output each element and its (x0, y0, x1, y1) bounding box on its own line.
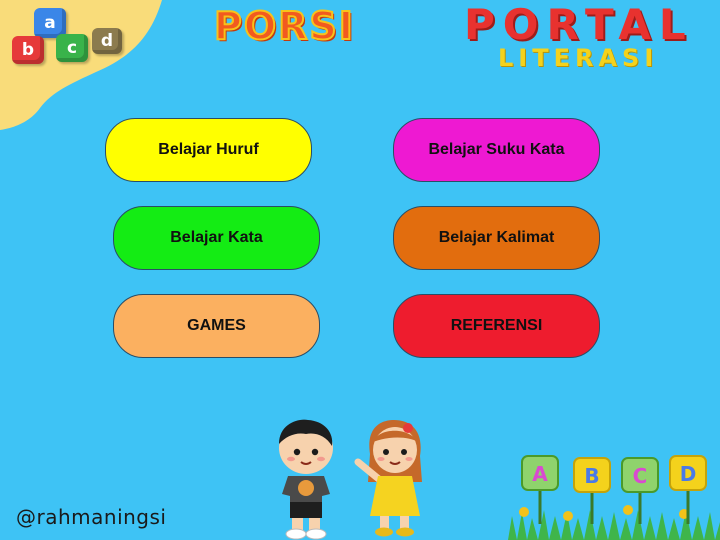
girl-figure (354, 420, 422, 537)
letter-block-c: c (56, 34, 88, 62)
title-porsi: PORSI (213, 3, 355, 49)
garden-letter-c: C (633, 464, 648, 488)
belajar-kalimat-button[interactable]: Belajar Kalimat (393, 206, 600, 270)
garden-letter-d: D (680, 462, 697, 486)
abcd-garden-illustration: A B C D (508, 455, 720, 540)
boy-figure (279, 419, 333, 540)
title-portal: PORTAL (464, 0, 694, 49)
games-button[interactable]: GAMES (113, 294, 320, 358)
creator-handle: @rahmaningsi (16, 505, 167, 529)
title-literasi: LITERASI (498, 44, 659, 72)
belajar-huruf-button[interactable]: Belajar Huruf (105, 118, 312, 182)
kids-illustration (279, 419, 422, 540)
belajar-suku-kata-button[interactable]: Belajar Suku Kata (393, 118, 600, 182)
belajar-kata-button[interactable]: Belajar Kata (113, 206, 320, 270)
referensi-button[interactable]: REFERENSI (393, 294, 600, 358)
garden-letter-b: B (584, 464, 599, 488)
letter-block-b: b (12, 36, 44, 64)
garden-letter-a: A (532, 462, 548, 486)
letter-block-d: d (92, 28, 122, 54)
abcd-blocks-logo: a b c d (8, 6, 128, 68)
